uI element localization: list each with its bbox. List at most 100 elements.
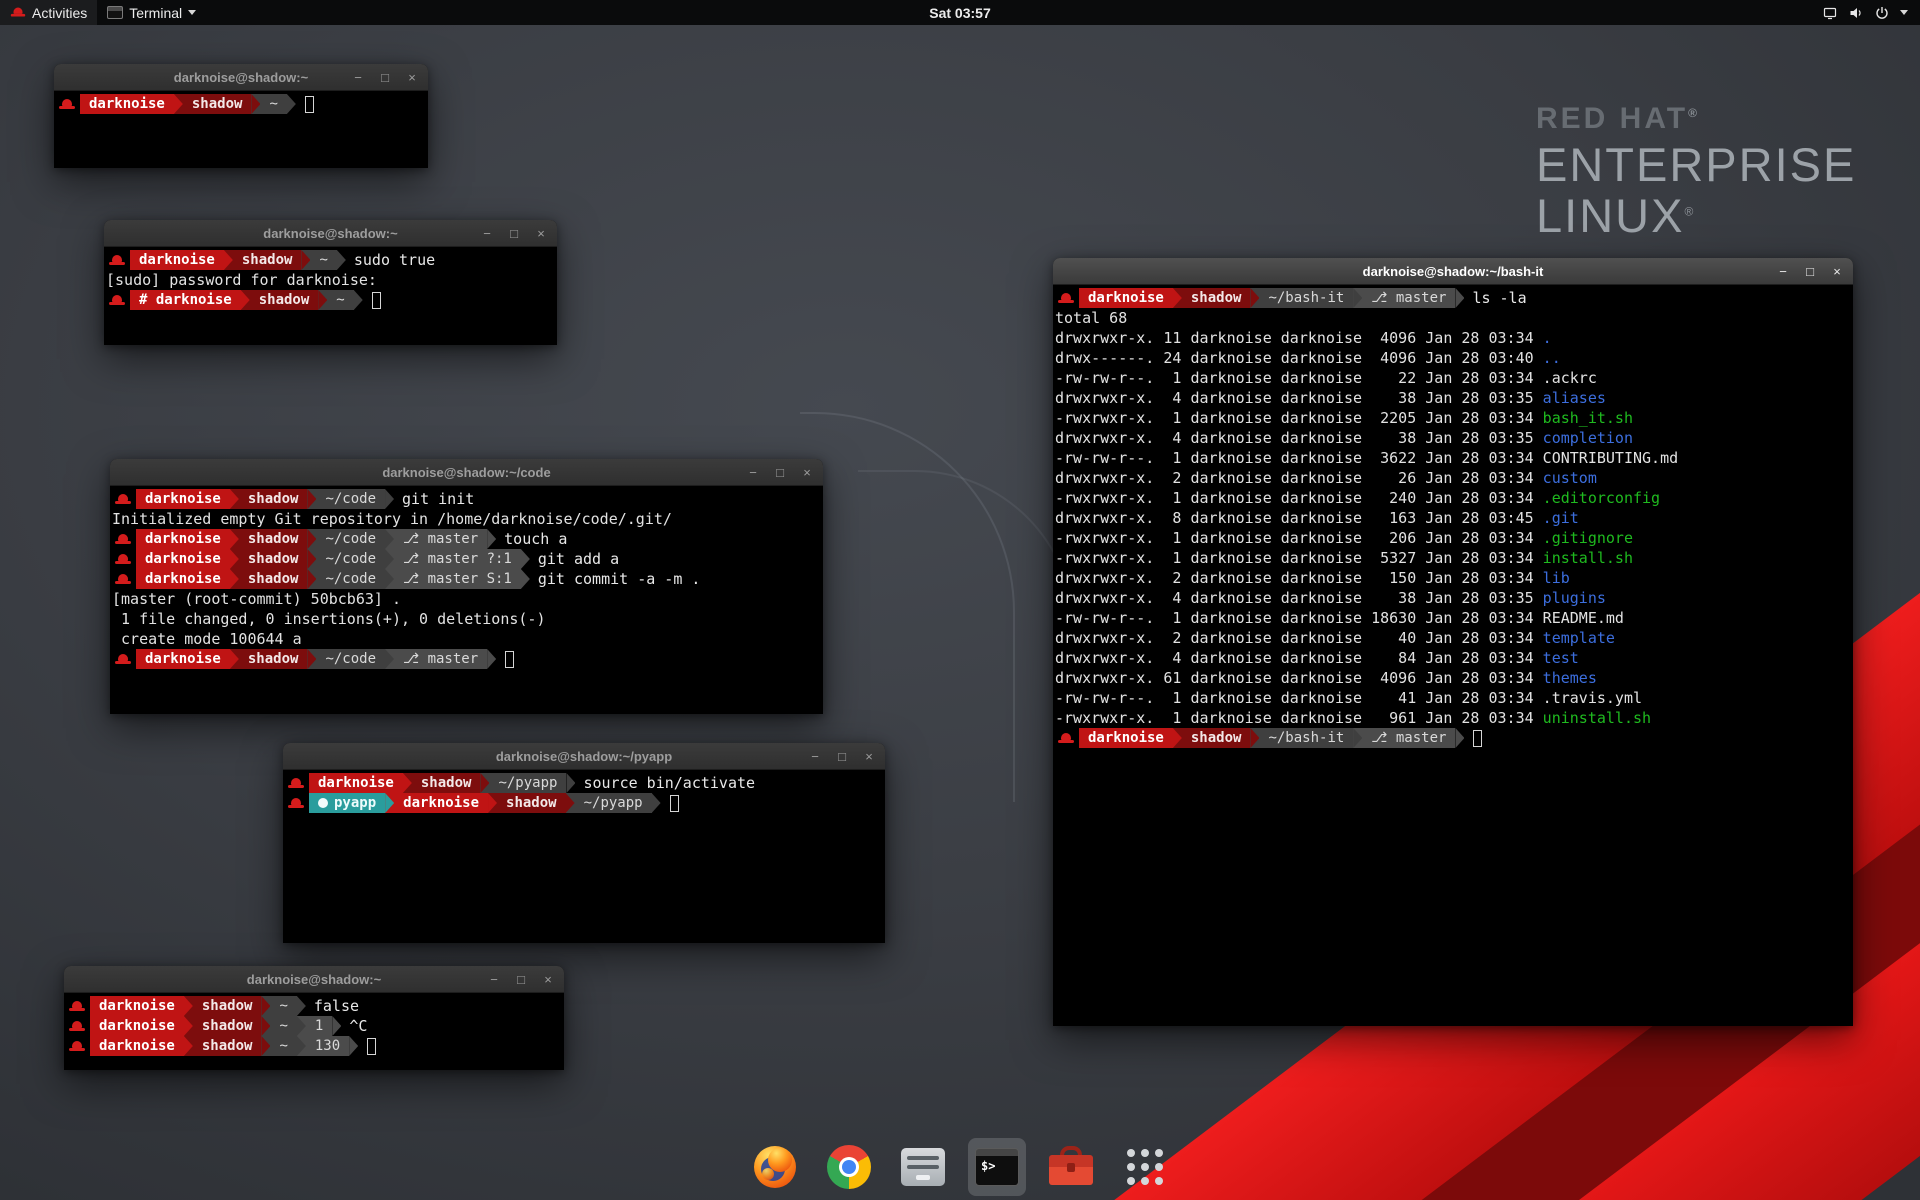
powerline-separator <box>1455 288 1464 308</box>
window-controls: −□ × <box>351 64 419 90</box>
dock-files[interactable] <box>894 1138 952 1196</box>
dock-toolbox[interactable] <box>1042 1138 1100 1196</box>
hat-brim <box>288 785 304 788</box>
terminal-window-terminal-home-1[interactable]: darknoise@shadow:~−□×darknoiseshadow~ <box>54 64 428 168</box>
dock-terminal[interactable]: $> <box>968 1138 1026 1196</box>
window-titlebar[interactable]: darknoise@shadow:~−□× <box>54 64 428 91</box>
prompt-segment-host: shadow <box>193 1016 262 1036</box>
prompt-segment-path: ~ <box>270 1016 296 1036</box>
powerline-separator <box>307 489 316 509</box>
powerline-triangle <box>403 773 412 793</box>
maximize-button[interactable]: □ <box>507 227 521 240</box>
powerline-triangle <box>487 649 496 669</box>
activities-button[interactable]: Activities <box>0 0 97 25</box>
hat-brim <box>11 14 25 17</box>
prompt-segment-path: ~/code <box>316 529 385 549</box>
window-titlebar[interactable]: darknoise@shadow:~/pyapp−□× <box>283 743 885 770</box>
powerline-triangle <box>652 793 661 813</box>
maximize-button[interactable]: □ <box>378 71 392 84</box>
minimize-button[interactable]: − <box>351 71 365 84</box>
powerline-triangle <box>230 569 239 589</box>
dock-chrome[interactable] <box>820 1138 878 1196</box>
maximize-button[interactable]: □ <box>1803 265 1817 278</box>
redhat-prompt-icon <box>115 573 131 586</box>
window-controls: −□ × <box>808 743 876 769</box>
dock-app-grid[interactable] <box>1116 1138 1174 1196</box>
terminal-content[interactable]: darknoiseshadow~/bash-it⎇ masterls -lato… <box>1053 285 1853 748</box>
terminal-content[interactable]: darknoiseshadow~falsedarknoiseshadow~1^C… <box>64 993 564 1056</box>
terminal-output-line: [master (root-commit) 50bcb63] . <box>112 589 821 609</box>
dock-firefox[interactable] <box>746 1138 804 1196</box>
terminal-window-terminal-pyapp[interactable]: darknoise@shadow:~/pyapp−□×darknoiseshad… <box>283 743 885 943</box>
hat-brim <box>115 501 131 504</box>
minimize-button[interactable]: − <box>1776 265 1790 278</box>
terminal-output-line: drwxrwxr-x. 61 darknoise darknoise 4096 … <box>1055 668 1851 688</box>
system-status-area[interactable] <box>1810 0 1920 25</box>
clock[interactable]: Sat 03:57 <box>929 5 990 21</box>
terminal-content[interactable]: darknoiseshadow~ <box>54 91 428 114</box>
app-grid-icon <box>1127 1149 1164 1186</box>
window-titlebar[interactable]: darknoise@shadow:~/code−□× <box>110 459 823 486</box>
files-icon <box>901 1148 945 1186</box>
prompt-segment-path: ~/bash-it <box>1259 728 1353 748</box>
prompt-segment-user: darknoise <box>136 569 230 589</box>
maximize-button[interactable]: □ <box>835 750 849 763</box>
hat-crown <box>62 99 72 106</box>
terminal-content[interactable]: darknoiseshadow~/codegit initInitialized… <box>110 486 823 669</box>
close-button[interactable]: × <box>1830 265 1844 278</box>
app-menu-terminal[interactable]: Terminal <box>97 0 206 25</box>
app-menu-label: Terminal <box>129 5 182 21</box>
powerline-separator <box>349 1036 358 1056</box>
powerline-triangle <box>184 1036 193 1056</box>
close-button[interactable]: × <box>541 973 555 986</box>
terminal-prompt-line: darknoiseshadow~/codegit init <box>112 489 821 509</box>
terminal-window-terminal-home-2[interactable]: darknoise@shadow:~−□×darknoiseshadow~fal… <box>64 966 564 1070</box>
powerline-separator <box>652 793 661 813</box>
close-button[interactable]: × <box>800 466 814 479</box>
terminal-output-line: drwxrwxr-x. 4 darknoise darknoise 84 Jan… <box>1055 648 1851 668</box>
minimize-button[interactable]: − <box>487 973 501 986</box>
window-titlebar[interactable]: darknoise@shadow:~−□× <box>64 966 564 993</box>
powerline-triangle <box>1353 728 1362 748</box>
terminal-window-terminal-sudo[interactable]: darknoise@shadow:~−□×darknoiseshadow~sud… <box>104 220 557 345</box>
minimize-button[interactable]: − <box>808 750 822 763</box>
close-button[interactable]: × <box>534 227 548 240</box>
prompt-segment-host: shadow <box>239 529 308 549</box>
powerline-triangle <box>332 1016 341 1036</box>
powerline-triangle <box>261 1016 270 1036</box>
window-titlebar[interactable]: darknoise@shadow:~/bash-it−□× <box>1053 258 1853 285</box>
text-cursor <box>367 1038 376 1055</box>
terminal-output-line: drwxrwxr-x. 4 darknoise darknoise 38 Jan… <box>1055 428 1851 448</box>
terminal-window-terminal-bash-it[interactable]: darknoise@shadow:~/bash-it−□×darknoisesh… <box>1053 258 1853 1026</box>
terminal-output-line: -rwxrwxr-x. 1 darknoise darknoise 2205 J… <box>1055 408 1851 428</box>
window-controls: −□ × <box>480 220 548 246</box>
prompt-segment-git: ⎇ master <box>394 649 487 669</box>
powerline-separator <box>307 569 316 589</box>
terminal-window-terminal-code[interactable]: darknoise@shadow:~/code−□×darknoiseshado… <box>110 459 823 714</box>
close-button[interactable]: × <box>862 750 876 763</box>
minimize-button[interactable]: − <box>480 227 494 240</box>
minimize-button[interactable]: − <box>746 466 760 479</box>
terminal-content[interactable]: darknoiseshadow~/pyappsource bin/activat… <box>283 770 885 813</box>
hat-brim <box>115 541 131 544</box>
terminal-content[interactable]: darknoiseshadow~sudo true[sudo] password… <box>104 247 557 310</box>
powerline-separator <box>184 996 193 1016</box>
redhat-prompt-icon <box>1058 292 1074 305</box>
close-button[interactable]: × <box>405 71 419 84</box>
redhat-prompt-icon <box>115 533 131 546</box>
command-text: ls -la <box>1464 289 1526 307</box>
powerline-separator <box>230 569 239 589</box>
powerline-separator <box>261 1016 270 1036</box>
hat-crown <box>112 295 122 302</box>
terminal-output-line: -rwxrwxr-x. 1 darknoise darknoise 5327 J… <box>1055 548 1851 568</box>
powerline-triangle <box>1250 728 1259 748</box>
maximize-button[interactable]: □ <box>773 466 787 479</box>
chevron-down-icon <box>1900 10 1908 15</box>
redhat-prompt-icon <box>288 777 304 790</box>
powerline-separator <box>174 94 183 114</box>
powerline-separator <box>521 569 530 589</box>
powerline-triangle <box>230 489 239 509</box>
maximize-button[interactable]: □ <box>514 973 528 986</box>
window-titlebar[interactable]: darknoise@shadow:~−□× <box>104 220 557 247</box>
powerline-separator <box>230 549 239 569</box>
